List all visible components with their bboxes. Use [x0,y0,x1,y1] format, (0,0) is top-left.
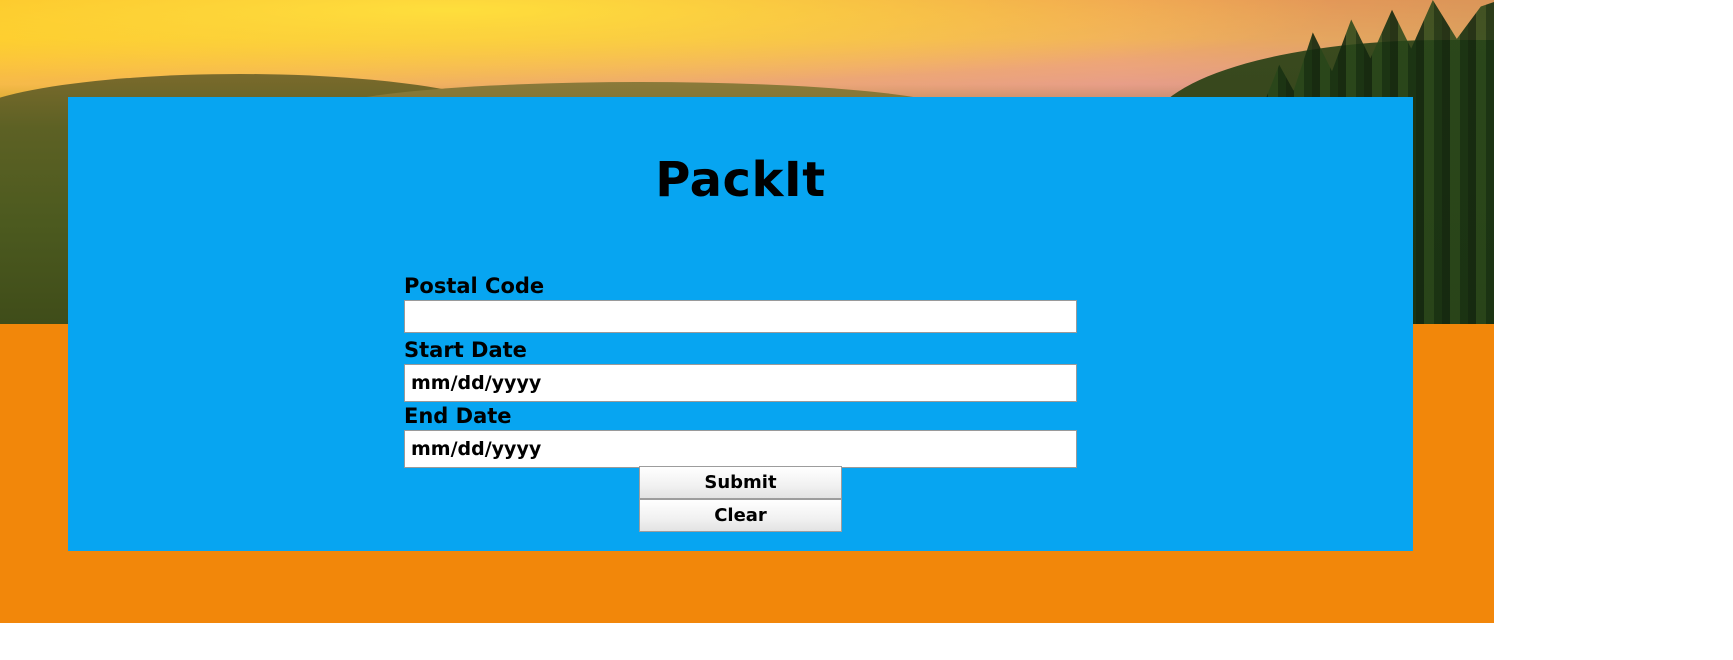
app-title: PackIt [655,152,826,208]
end-date-label: End Date [404,404,512,428]
submit-button[interactable]: Submit [639,466,842,499]
form-buttons: Submit Clear [639,466,842,532]
postal-code-input[interactable] [404,300,1077,333]
end-date-input[interactable]: mm/dd/yyyy [404,430,1077,468]
clear-button[interactable]: Clear [639,499,842,532]
start-date-input[interactable]: mm/dd/yyyy [404,364,1077,402]
postal-code-label: Postal Code [404,274,545,298]
start-date-label: Start Date [404,338,527,362]
page: PackIt Postal Code Start Date mm/dd/yyyy… [0,0,1733,660]
trip-form: Postal Code Start Date mm/dd/yyyy End Da… [404,272,1077,468]
